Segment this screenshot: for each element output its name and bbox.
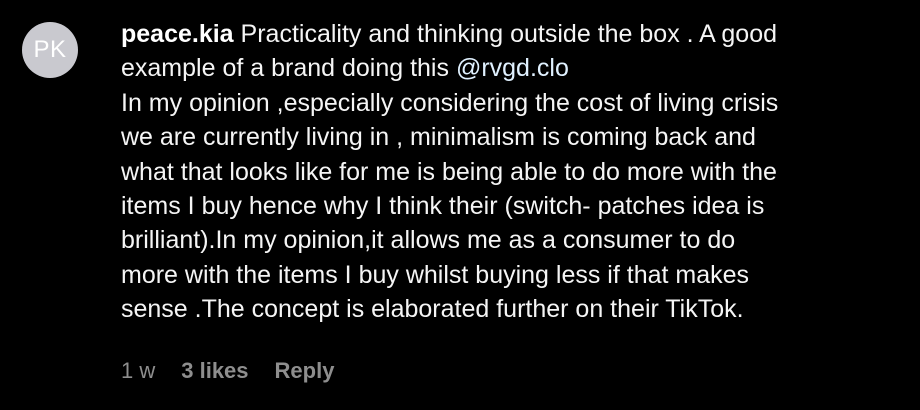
comment-line: example of a brand doing this @rvgd.clo [121, 51, 906, 85]
mention-link[interactable]: @rvgd.clo [456, 54, 569, 82]
avatar[interactable]: PK [22, 22, 78, 78]
comment-line: what that looks like for me is being abl… [121, 157, 777, 186]
comment-age: 1 w [121, 358, 156, 383]
comment-text: peace.kia Practicality and thinking outs… [121, 17, 906, 327]
comment: PK peace.kia Practicality and thinking o… [0, 0, 920, 410]
comment-line-text: Practicality and thinking outside the bo… [240, 20, 778, 48]
comment-line: items I buy hence why I think their (swi… [121, 192, 765, 221]
likes-count-button[interactable]: 3 likes [181, 358, 248, 384]
username-link[interactable]: peace.kia [121, 20, 234, 48]
comment-line: we are currently living in , minimalism … [121, 123, 756, 152]
avatar-initials: PK [33, 36, 67, 63]
comment-line-text: example of a brand doing this [121, 54, 456, 83]
comment-body: peace.kia Practicality and thinking outs… [121, 17, 906, 327]
comment-meta: 1 w 3 likes Reply [121, 358, 360, 384]
comment-line: In my opinion ,especially considering th… [121, 88, 779, 117]
comment-line: brilliant).In my opinion,it allows me as… [121, 226, 736, 255]
comment-line: more with the items I buy whilst buying … [121, 260, 750, 289]
comment-line: peace.kia Practicality and thinking outs… [121, 17, 906, 51]
comment-line: sense .The concept is elaborated further… [121, 295, 744, 324]
reply-button[interactable]: Reply [275, 358, 335, 384]
